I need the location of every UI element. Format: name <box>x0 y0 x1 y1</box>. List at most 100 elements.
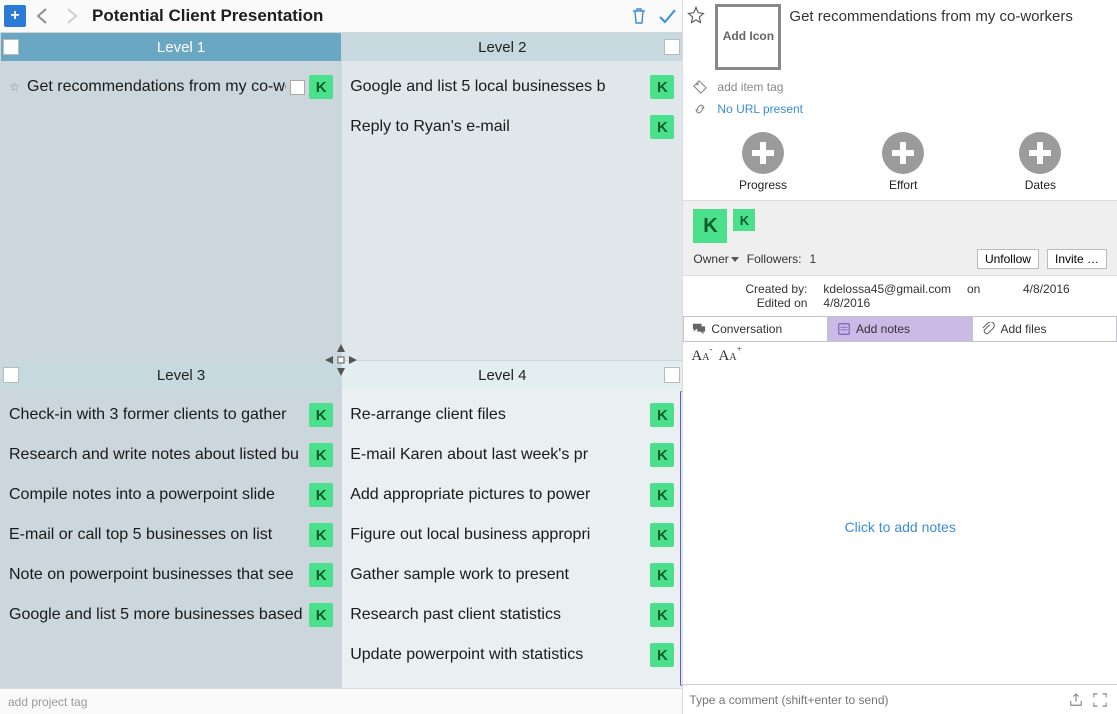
increase-font-button[interactable]: AA+ <box>719 346 742 365</box>
level4-checkbox[interactable] <box>664 367 680 383</box>
quadrant-level-2: Level 2 Google and list 5 local business… <box>341 32 682 360</box>
task-row[interactable]: Add appropriate pictures to powerK <box>344 475 680 515</box>
task-avatar[interactable]: K <box>309 75 333 99</box>
favorite-star-button[interactable] <box>687 4 707 70</box>
add-item-tag[interactable]: add item tag <box>717 80 783 94</box>
task-text: Re-arrange client files <box>350 406 646 424</box>
task-row[interactable]: Research past client statisticsK <box>344 595 680 635</box>
edited-date: 4/8/2016 <box>823 296 951 310</box>
forward-button[interactable] <box>60 5 82 27</box>
scroll-indicator-icon[interactable] <box>680 391 682 686</box>
level3-title: Level 3 <box>21 367 341 384</box>
task-avatar[interactable]: K <box>309 483 333 507</box>
task-row[interactable]: Gather sample work to presentK <box>344 555 680 595</box>
notes-placeholder: Click to add notes <box>845 519 956 535</box>
detail-panel: Add Icon Get recommendations from my co-… <box>683 0 1117 714</box>
add-project-tag[interactable]: add project tag <box>8 695 87 709</box>
task-row[interactable]: Re-arrange client filesK <box>344 395 680 435</box>
owner-dropdown[interactable]: Owner <box>693 252 738 266</box>
task-row[interactable]: Compile notes into a powerpoint slideK <box>3 475 339 515</box>
task-row[interactable]: ☆ Get recommendations from my co-workers… <box>3 67 339 107</box>
task-avatar[interactable]: K <box>309 523 333 547</box>
tab-conversation[interactable]: Conversation <box>683 316 828 341</box>
decrease-font-button[interactable]: AA- <box>691 346 712 365</box>
attachment-icon <box>981 322 995 336</box>
task-avatar[interactable]: K <box>309 563 333 587</box>
level2-title: Level 2 <box>342 39 662 56</box>
tab-add-notes[interactable]: Add notes <box>828 316 973 341</box>
expand-icon[interactable] <box>1093 693 1111 707</box>
task-avatar[interactable]: K <box>309 403 333 427</box>
task-avatar[interactable]: K <box>650 115 674 139</box>
unfollow-button[interactable]: Unfollow <box>977 249 1039 269</box>
task-text: Google and list 5 local businesses b <box>350 78 646 96</box>
task-avatar[interactable]: K <box>309 603 333 627</box>
task-text: Compile notes into a powerpoint slide <box>9 486 305 504</box>
task-avatar[interactable]: K <box>650 75 674 99</box>
add-progress-label: Progress <box>739 178 787 192</box>
created-on-label: on <box>967 282 1007 296</box>
task-text: E-mail Karen about last week's pr <box>350 446 646 464</box>
chevron-down-icon <box>731 257 739 262</box>
tab-add-files-label: Add files <box>1000 322 1046 336</box>
url-field[interactable]: No URL present <box>717 102 803 116</box>
task-row[interactable]: Research and write notes about listed bu… <box>3 435 339 475</box>
level2-checkbox[interactable] <box>664 39 680 55</box>
task-row[interactable]: E-mail Karen about last week's prK <box>344 435 680 475</box>
task-text: Add appropriate pictures to power <box>350 486 646 504</box>
task-row[interactable]: Update powerpoint with statisticsK <box>344 635 680 675</box>
task-avatar[interactable]: K <box>650 523 674 547</box>
owner-avatar[interactable]: K <box>693 209 727 243</box>
followers-label: Followers: <box>747 252 802 266</box>
add-icon-button[interactable]: Add Icon <box>715 4 781 70</box>
task-avatar[interactable]: K <box>309 443 333 467</box>
task-avatar[interactable]: K <box>650 443 674 467</box>
share-icon[interactable] <box>1069 693 1087 707</box>
add-dates-button[interactable]: Dates <box>1019 132 1061 192</box>
comment-input[interactable] <box>689 693 1063 707</box>
quadrant-level-1: Level 1 ☆ Get recommendations from my co… <box>0 32 341 360</box>
task-text: Google and list 5 more businesses based <box>9 606 305 624</box>
add-effort-label: Effort <box>889 178 917 192</box>
edited-on-label: Edited on <box>697 296 807 310</box>
task-row[interactable]: Note on powerpoint businesses that seeK <box>3 555 339 595</box>
task-avatar[interactable]: K <box>650 483 674 507</box>
follower-count: 1 <box>809 252 816 266</box>
task-row[interactable]: Google and list 5 more businesses basedK <box>3 595 339 635</box>
notes-editor[interactable]: Click to add notes <box>683 369 1117 684</box>
task-avatar[interactable]: K <box>650 643 674 667</box>
quadrant-level-4: Level 4 Re-arrange client filesK E-mail … <box>341 360 682 688</box>
task-row[interactable]: Figure out local business appropriK <box>344 515 680 555</box>
created-date: 4/8/2016 <box>1023 282 1103 296</box>
new-button[interactable]: + <box>4 5 26 27</box>
add-effort-button[interactable]: Effort <box>882 132 924 192</box>
task-checkbox[interactable] <box>290 80 305 95</box>
level3-checkbox[interactable] <box>3 367 19 383</box>
add-progress-button[interactable]: Progress <box>739 132 787 192</box>
delete-button[interactable] <box>628 5 650 27</box>
tab-add-files[interactable]: Add files <box>972 316 1117 341</box>
priority-grid: Level 1 ☆ Get recommendations from my co… <box>0 32 682 688</box>
task-row[interactable]: Check-in with 3 former clients to gather… <box>3 395 339 435</box>
toolbar: + Potential Client Presentation <box>0 0 682 32</box>
invite-button[interactable]: Invite … <box>1047 249 1107 269</box>
task-avatar[interactable]: K <box>650 603 674 627</box>
star-icon[interactable]: ☆ <box>9 80 23 94</box>
task-row[interactable]: E-mail or call top 5 businesses on listK <box>3 515 339 555</box>
created-by-label: Created by: <box>697 282 807 296</box>
plus-circle-icon <box>1019 132 1061 174</box>
task-row[interactable]: Reply to Ryan's e-mail K <box>344 107 680 147</box>
task-avatar[interactable]: K <box>650 563 674 587</box>
task-text: Gather sample work to present <box>350 566 646 584</box>
level4-title: Level 4 <box>342 367 662 384</box>
task-avatar[interactable]: K <box>650 403 674 427</box>
level1-checkbox[interactable] <box>3 39 19 55</box>
quadrant-level-3: Level 3 Check-in with 3 former clients t… <box>0 360 341 688</box>
left-footer: add project tag <box>0 688 682 714</box>
detail-title: Get recommendations from my co-workers <box>789 4 1109 70</box>
tab-conversation-label: Conversation <box>711 322 782 336</box>
back-button[interactable] <box>32 5 54 27</box>
complete-button[interactable] <box>656 5 678 27</box>
task-row[interactable]: Google and list 5 local businesses b K <box>344 67 680 107</box>
follower-avatar[interactable]: K <box>733 209 755 231</box>
